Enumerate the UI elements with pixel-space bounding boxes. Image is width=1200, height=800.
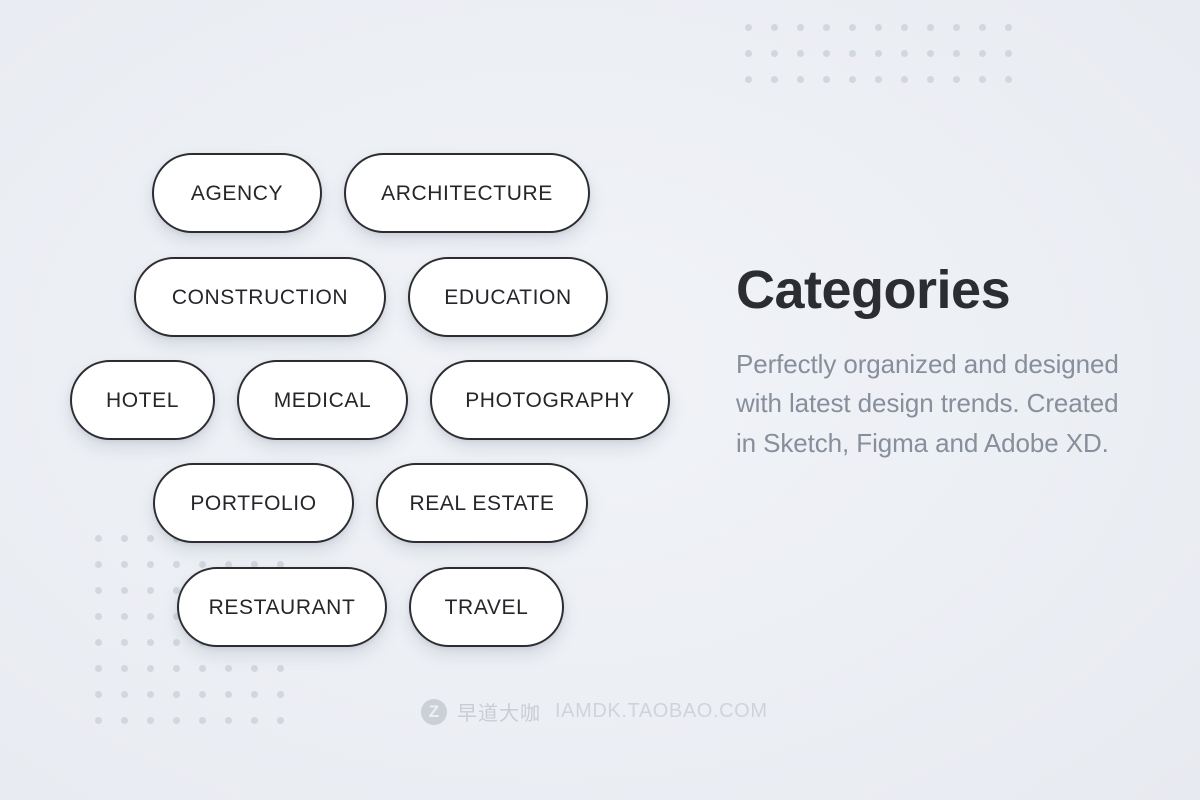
decorative-dot xyxy=(770,23,778,31)
category-pill-label: TRAVEL xyxy=(444,595,529,619)
decorative-dot xyxy=(874,49,882,57)
category-pill-architecture[interactable]: ARCHITECTURE xyxy=(344,153,590,233)
pill-row: AGENCY ARCHITECTURE xyxy=(152,153,590,233)
category-pill-label: REAL ESTATE xyxy=(409,491,555,515)
watermark: Z 早道大咖 IAMDK.TAOBAO.COM xyxy=(421,697,768,726)
decorative-dot xyxy=(848,23,856,31)
pill-row: CONSTRUCTION EDUCATION xyxy=(134,257,608,337)
category-pill-medical[interactable]: MEDICAL xyxy=(237,360,408,440)
page-description: Perfectly organized and designed with la… xyxy=(736,348,1119,458)
decorative-dot xyxy=(796,23,804,31)
category-pill-photography[interactable]: PHOTOGRAPHY xyxy=(430,360,670,440)
decorative-dot xyxy=(1004,49,1012,57)
decorative-dot xyxy=(952,23,960,31)
decorative-dot xyxy=(744,49,752,57)
watermark-url: IAMDK.TAOBAO.COM xyxy=(555,700,768,722)
decorative-dot xyxy=(796,49,804,57)
decorative-dot xyxy=(848,75,856,83)
category-pill-label: RESTAURANT xyxy=(208,595,356,619)
category-pill-label: HOTEL xyxy=(105,388,179,412)
decorative-dot xyxy=(900,75,908,83)
category-pill-portfolio[interactable]: PORTFOLIO xyxy=(153,463,354,543)
category-pill-hotel[interactable]: HOTEL xyxy=(70,360,215,440)
decorative-dot xyxy=(796,75,804,83)
decorative-dot xyxy=(744,75,752,83)
decorative-dot xyxy=(978,49,986,57)
category-pill-education[interactable]: EDUCATION xyxy=(408,257,608,337)
category-pill-label: MEDICAL xyxy=(273,388,372,412)
category-pill-label: CONSTRUCTION xyxy=(171,285,349,309)
category-pill-restaurant[interactable]: RESTAURANT xyxy=(177,567,387,647)
decorative-dot xyxy=(874,23,882,31)
decorative-dot xyxy=(978,75,986,83)
decorative-dot xyxy=(926,75,934,83)
decorative-dot xyxy=(770,49,778,57)
pill-row: PORTFOLIO REAL ESTATE xyxy=(153,463,588,543)
pill-row: HOTEL MEDICAL PHOTOGRAPHY xyxy=(70,360,670,440)
watermark-brand: 早道大咖 xyxy=(457,703,541,725)
pill-row: RESTAURANT TRAVEL xyxy=(177,567,564,647)
page-canvas: AGENCY ARCHITECTURE CONSTRUCTION EDUCATI… xyxy=(0,0,1200,800)
category-pill-travel[interactable]: TRAVEL xyxy=(409,567,564,647)
decorative-dot xyxy=(900,23,908,31)
category-pill-label: ARCHITECTURE xyxy=(381,181,553,205)
decorative-dot xyxy=(1004,75,1012,83)
category-pill-construction[interactable]: CONSTRUCTION xyxy=(134,257,386,337)
decorative-dot xyxy=(926,23,934,31)
decorative-dot xyxy=(770,75,778,83)
decorative-dot xyxy=(952,49,960,57)
decorative-dot-grid-top-right xyxy=(735,14,1021,92)
decorative-dot xyxy=(978,23,986,31)
category-pill-agency[interactable]: AGENCY xyxy=(152,153,322,233)
category-pill-label: EDUCATION xyxy=(444,285,572,309)
page-title: Categories xyxy=(736,260,1011,320)
decorative-dot xyxy=(900,49,908,57)
z-circle-logo-icon: Z xyxy=(421,698,447,725)
decorative-dot xyxy=(874,75,882,83)
category-pill-cloud: AGENCY ARCHITECTURE CONSTRUCTION EDUCATI… xyxy=(0,0,700,800)
category-pill-label: PHOTOGRAPHY xyxy=(465,388,635,412)
decorative-dot xyxy=(926,49,934,57)
decorative-dot xyxy=(822,75,830,83)
decorative-dot xyxy=(952,75,960,83)
decorative-dot xyxy=(822,49,830,57)
category-pill-label: AGENCY xyxy=(190,181,284,205)
category-pill-label: PORTFOLIO xyxy=(190,491,317,515)
decorative-dot xyxy=(1004,23,1012,31)
category-pill-real-estate[interactable]: REAL ESTATE xyxy=(376,463,588,543)
decorative-dot xyxy=(848,49,856,57)
info-panel: Categories Perfectly organized and desig… xyxy=(736,262,1136,463)
decorative-dot xyxy=(744,23,752,31)
decorative-dot xyxy=(822,23,830,31)
